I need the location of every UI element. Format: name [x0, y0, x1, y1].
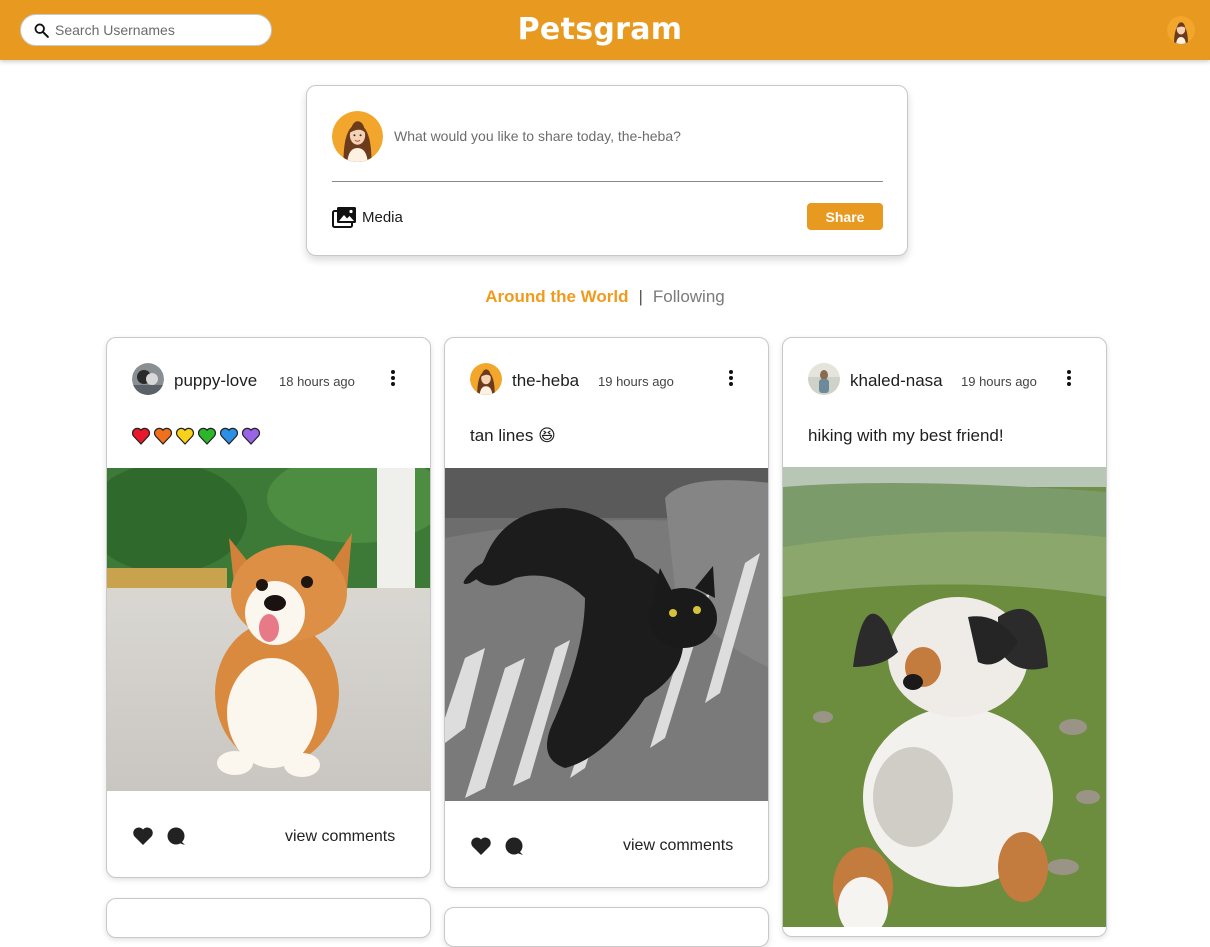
feed-tabs: Around the World | Following [0, 287, 1210, 307]
top-navbar: Petsgram [0, 0, 1210, 60]
tab-around-the-world[interactable]: Around the World [485, 287, 628, 306]
post-username[interactable]: the-heba [512, 371, 579, 391]
post-author-avatar[interactable] [132, 363, 164, 395]
username-search[interactable] [20, 14, 272, 46]
post-author-avatar[interactable] [470, 363, 502, 395]
comment-bubble-icon[interactable] [165, 826, 187, 846]
post-card [444, 907, 769, 947]
tab-separator: | [638, 287, 643, 306]
photo-library-icon [332, 207, 356, 228]
profile-avatar[interactable] [1167, 16, 1195, 44]
post-caption: hiking with my best friend! [808, 426, 1004, 445]
post-card: khaled-nasa 19 hours ago hiking with my … [782, 337, 1107, 937]
like-heart-icon[interactable] [470, 836, 492, 856]
search-input[interactable] [55, 22, 255, 38]
composer-avatar [332, 111, 383, 162]
red-heart-icon [131, 427, 151, 445]
post-username[interactable]: puppy-love [174, 371, 257, 391]
search-icon [34, 23, 49, 38]
comment-bubble-icon[interactable] [503, 836, 525, 856]
tab-following[interactable]: Following [653, 287, 725, 306]
post-caption: tan lines 😆 [470, 426, 556, 446]
post-timestamp: 18 hours ago [279, 374, 355, 389]
post-actions [470, 836, 536, 856]
yellow-heart-icon [175, 427, 195, 445]
post-timestamp: 19 hours ago [598, 374, 674, 389]
post-username[interactable]: khaled-nasa [850, 371, 943, 391]
post-card: the-heba 19 hours ago tan lines 😆 view c… [444, 337, 769, 888]
media-button[interactable]: Media [332, 206, 403, 228]
post-caption [131, 427, 264, 450]
purple-heart-icon [241, 427, 261, 445]
orange-heart-icon [153, 427, 173, 445]
post-photo[interactable] [783, 467, 1106, 936]
caption-emoji: 😆 [538, 426, 556, 445]
app-title[interactable]: Petsgram [500, 12, 700, 47]
more-options-icon[interactable] [726, 369, 736, 387]
post-actions [132, 826, 198, 846]
blue-heart-icon [219, 427, 239, 445]
more-options-icon[interactable] [1064, 369, 1074, 387]
post-text-input[interactable] [394, 128, 874, 144]
media-label: Media [362, 208, 403, 226]
composer-divider [332, 181, 883, 182]
caption-text: tan lines [470, 426, 534, 445]
green-heart-icon [197, 427, 217, 445]
rainbow-hearts [131, 427, 261, 445]
post-timestamp: 19 hours ago [961, 374, 1037, 389]
post-photo[interactable] [445, 468, 768, 801]
post-card: puppy-love 18 hours ago view comments [106, 337, 431, 878]
post-author-avatar[interactable] [808, 363, 840, 395]
post-composer: Media Share [306, 85, 908, 256]
view-comments-link[interactable]: view comments [623, 837, 733, 855]
share-button[interactable]: Share [807, 203, 883, 230]
post-photo[interactable] [107, 453, 430, 791]
like-heart-icon[interactable] [132, 826, 154, 846]
post-card [106, 898, 431, 938]
more-options-icon[interactable] [388, 369, 398, 387]
view-comments-link[interactable]: view comments [285, 828, 395, 846]
